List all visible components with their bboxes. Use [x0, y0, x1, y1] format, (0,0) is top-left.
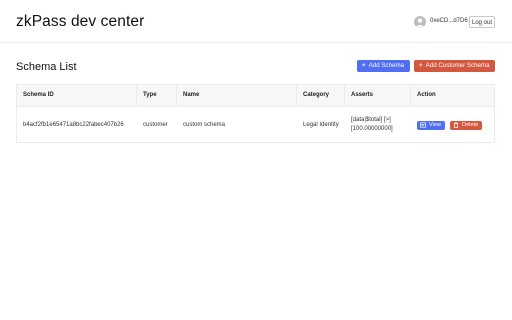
column-header-schema-id: Schema ID — [17, 85, 137, 106]
column-header-action: Action — [417, 92, 436, 98]
delete-icon — [453, 122, 459, 128]
schema-table: Schema ID Type Name Category Asserts Act… — [16, 84, 495, 143]
view-icon — [420, 122, 426, 128]
cell-schema-id: b4acf2fb1e65471a8bc22fabec407b26 — [23, 122, 124, 128]
logout-button[interactable]: Log out — [469, 16, 495, 28]
asserts-line-2: [100.00000000] — [351, 126, 393, 132]
plus-icon: + — [362, 62, 366, 69]
column-header-type: Type — [137, 85, 177, 106]
view-label: View — [429, 122, 442, 128]
user-avatar-icon[interactable] — [414, 16, 426, 28]
add-customer-schema-label: Add Customer Schema — [425, 62, 490, 69]
wallet-address: 0xeCD...d7D6 — [430, 18, 468, 24]
table-header: Schema ID Type Name Category Asserts Act… — [17, 85, 494, 107]
view-button[interactable]: View — [417, 120, 446, 130]
delete-button[interactable]: Delete — [450, 120, 483, 130]
cell-category: Legal Identity — [303, 122, 339, 128]
add-schema-label: Add Schema — [368, 62, 405, 69]
column-header-name: Name — [177, 85, 297, 106]
column-header-category: Category — [297, 85, 345, 106]
asserts-line-1: [data|$total] [>] — [351, 117, 391, 123]
column-header-asserts: Asserts — [345, 85, 411, 106]
app-title: zkPass dev center — [16, 13, 145, 30]
cell-actions: View Delete — [411, 107, 494, 143]
delete-label: Delete — [462, 122, 479, 128]
add-customer-schema-button[interactable]: + Add Customer Schema — [414, 60, 495, 72]
cell-asserts: [data|$total] [>] [100.00000000] — [345, 107, 411, 143]
plus-icon: + — [419, 62, 423, 69]
section-title: Schema List — [16, 61, 77, 73]
cell-type: customer — [143, 122, 168, 128]
cell-name: custom schema — [183, 122, 226, 128]
add-schema-button[interactable]: + Add Schema — [357, 60, 410, 72]
top-header: zkPass dev center 0xeCD...d7D6 Log out — [0, 0, 512, 43]
